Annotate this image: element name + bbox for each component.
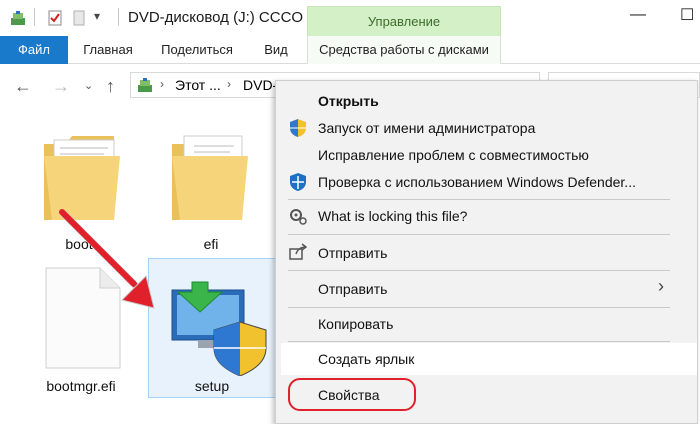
breadcrumb-dvd[interactable]: DVD- [243, 77, 277, 93]
tab-file[interactable]: Файл [0, 36, 68, 64]
title-bar: ▾ DVD-дисковод (J:) CCCO Управление — ☐ [0, 0, 700, 36]
file-name-efi[interactable]: efi [156, 236, 266, 252]
menu-separator [288, 270, 670, 271]
drive-icon [137, 77, 155, 96]
divider [118, 8, 119, 26]
new-folder-quick-icon[interactable] [73, 10, 89, 26]
breadcrumb-separator-icon: › [160, 77, 164, 91]
uac-shield-icon [288, 118, 308, 138]
menu-item-compatibility[interactable]: Исправление проблем с совместимостью [318, 147, 589, 163]
drive-app-icon [10, 10, 26, 26]
tab-manage[interactable]: Управление [307, 6, 501, 36]
quick-access-dropdown-icon[interactable]: ▾ [94, 9, 110, 25]
menu-item-open[interactable]: Открыть [318, 93, 379, 109]
file-name-setup[interactable]: setup [157, 378, 267, 394]
minimize-button[interactable]: — [630, 6, 646, 24]
menu-item-what-is-locking[interactable]: What is locking this file? [318, 208, 467, 224]
menu-item-defender-scan[interactable]: Проверка с использованием Windows Defend… [318, 174, 636, 190]
properties-highlight-ring [288, 378, 416, 411]
menu-item-create-shortcut[interactable]: Создать ярлык [318, 351, 414, 367]
up-arrow-icon[interactable]: ↑ [106, 76, 115, 97]
menu-separator [288, 199, 670, 200]
divider [34, 8, 35, 26]
red-arrow-annotation [59, 209, 155, 309]
menu-item-share[interactable]: Отправить [318, 245, 387, 261]
tab-disk-tools[interactable]: Средства работы с дисками [307, 36, 501, 64]
breadcrumb-separator-icon: › [227, 77, 231, 91]
tab-view[interactable]: Вид [256, 36, 296, 64]
back-arrow-icon[interactable]: ← [14, 76, 32, 97]
lock-gear-icon [288, 206, 308, 226]
share-icon [288, 242, 308, 262]
recent-dropdown-icon[interactable]: ⌄ [84, 79, 93, 92]
maximize-button[interactable]: ☐ [680, 5, 694, 25]
ribbon-tabs: Файл Главная Поделиться Вид Средства раб… [0, 36, 700, 64]
menu-separator [288, 234, 670, 235]
window-title: DVD-дисковод (J:) CCCO [128, 9, 304, 26]
menu-item-copy[interactable]: Копировать [318, 316, 393, 332]
menu-separator [288, 307, 670, 308]
setup-icon[interactable] [168, 276, 268, 379]
menu-item-send-to[interactable]: Отправить [318, 281, 387, 297]
breadcrumb-this-pc[interactable]: Этот ... [175, 77, 221, 93]
defender-icon [288, 172, 308, 192]
tab-home[interactable]: Главная [78, 36, 138, 64]
menu-separator [288, 341, 670, 342]
folder-icon[interactable] [164, 126, 250, 233]
chevron-right-icon: › [658, 276, 664, 296]
menu-item-run-as-admin[interactable]: Запуск от имени администратора [318, 120, 535, 136]
file-name-bootmgr[interactable]: bootmgr.efi [26, 378, 136, 394]
tab-share[interactable]: Поделиться [152, 36, 242, 64]
properties-quick-icon[interactable] [47, 10, 63, 26]
forward-arrow-icon[interactable]: → [52, 76, 70, 97]
